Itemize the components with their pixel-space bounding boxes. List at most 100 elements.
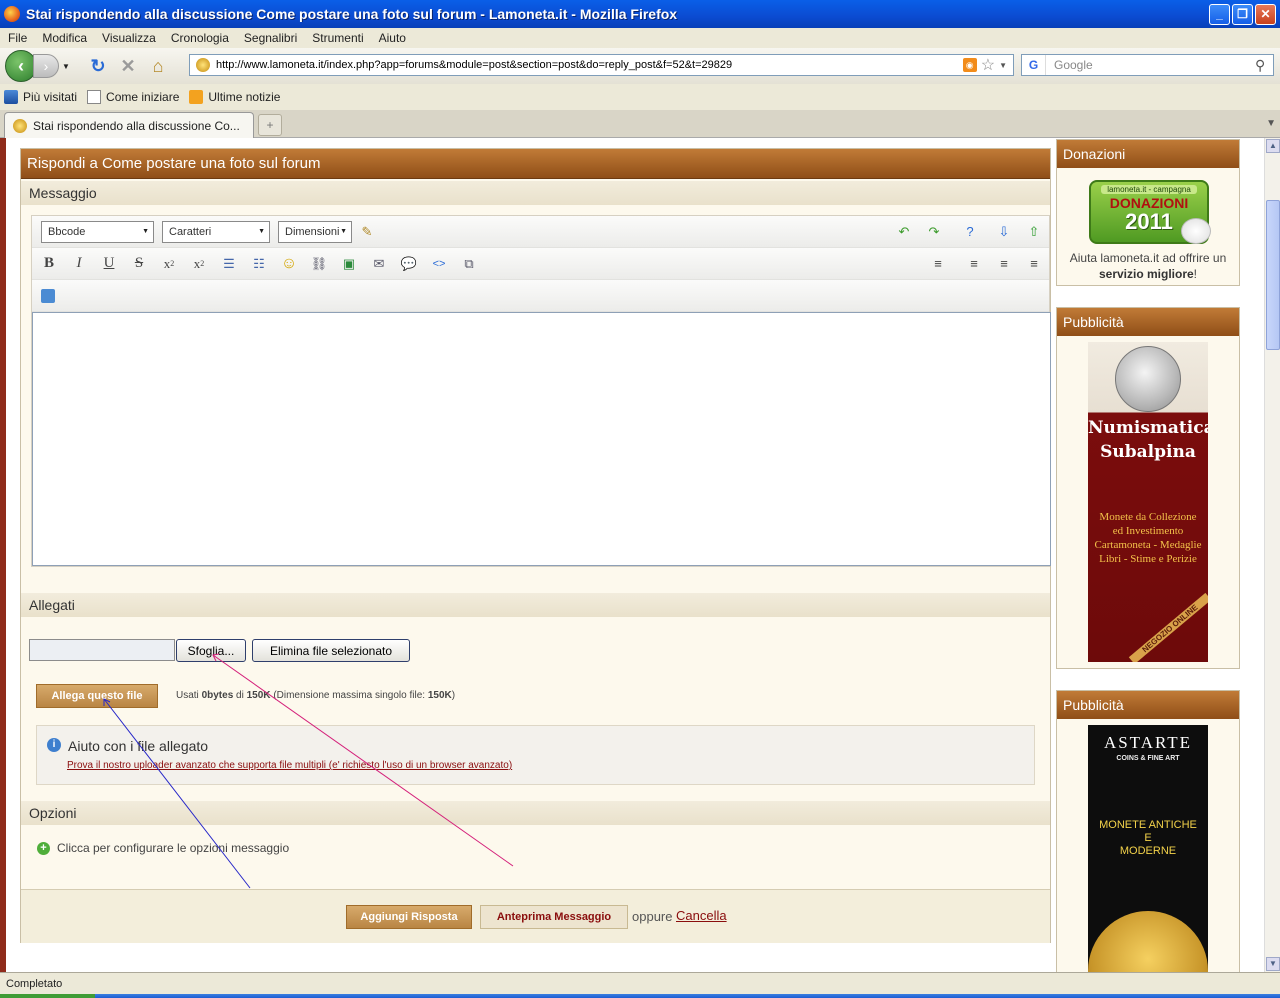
strikethrough-icon[interactable]: S xyxy=(124,250,154,278)
menu-file[interactable]: File xyxy=(8,31,27,45)
or-text: oppure xyxy=(632,909,673,924)
link-icon[interactable]: ⛓ xyxy=(304,250,334,278)
search-icon[interactable]: ⚲ xyxy=(1255,57,1273,74)
size-select[interactable]: Dimensioni xyxy=(278,220,352,243)
code-icon[interactable]: <> xyxy=(424,250,454,278)
bullet-list-icon[interactable]: ☰ xyxy=(214,250,244,278)
search-box[interactable]: G Google ⚲ xyxy=(1021,54,1274,76)
maximize-button[interactable]: ❐ xyxy=(1232,3,1253,25)
ad-2-title: Pubblicità xyxy=(1057,691,1239,719)
tab-label: Stai rispondendo alla discussione Co... xyxy=(33,118,240,133)
bold-icon[interactable]: B xyxy=(34,250,64,278)
url-text[interactable]: http://www.lamoneta.it/index.php?app=for… xyxy=(216,59,963,71)
submit-reply-button[interactable]: Aggiungi Risposta xyxy=(346,905,472,929)
indent-icon[interactable]: ≡ xyxy=(923,250,953,278)
vertical-scrollbar[interactable]: ▲ ▼ xyxy=(1264,138,1280,972)
redo-icon[interactable]: ↷ xyxy=(919,218,949,246)
italic-icon[interactable]: I xyxy=(64,250,94,278)
reload-icon[interactable]: ↻ xyxy=(87,55,109,77)
coin-image xyxy=(1115,346,1181,412)
history-dropdown-icon[interactable]: ▼ xyxy=(61,55,71,77)
menu-segnalibri[interactable]: Segnalibri xyxy=(244,31,297,45)
rss-icon xyxy=(189,90,204,104)
url-bar[interactable]: http://www.lamoneta.it/index.php?app=for… xyxy=(189,54,1014,76)
bookmarks-toolbar: Più visitati Come iniziare Ultime notizi… xyxy=(0,86,1280,108)
tab-list-icon[interactable]: ▼ xyxy=(1266,118,1276,129)
remove-format-icon[interactable]: ✎ xyxy=(352,218,382,246)
url-dropdown-icon[interactable]: ▼ xyxy=(999,61,1007,70)
email-icon[interactable]: ✉ xyxy=(364,250,394,278)
tab-current[interactable]: Stai rispondendo alla discussione Co... xyxy=(4,112,254,138)
options-toggle[interactable]: + Clicca per configurare le opzioni mess… xyxy=(37,841,289,855)
font-select[interactable]: Caratteri xyxy=(162,220,270,243)
status-bar: Completato xyxy=(0,972,1280,994)
file-path-input[interactable] xyxy=(29,639,175,661)
bbcode-select[interactable]: Bbcode xyxy=(41,220,154,243)
emoticon-icon[interactable]: ☺ xyxy=(274,250,304,278)
align-center-icon[interactable]: ≡ xyxy=(989,250,1019,278)
menu-cronologia[interactable]: Cronologia xyxy=(171,31,229,45)
subscript-icon[interactable]: x2 xyxy=(154,250,184,278)
undo-icon[interactable]: ↶ xyxy=(889,218,919,246)
menu-strumenti[interactable]: Strumenti xyxy=(312,31,363,45)
quote-icon[interactable]: 💬 xyxy=(394,250,424,278)
superscript-icon[interactable]: x2 xyxy=(184,250,214,278)
search-engine-icon[interactable]: G xyxy=(1022,55,1046,75)
minimize-button[interactable]: _ xyxy=(1209,3,1230,25)
twitter-icon[interactable] xyxy=(33,282,63,310)
cancel-link[interactable]: Cancella xyxy=(676,908,727,923)
page-icon xyxy=(87,90,102,104)
donations-badge[interactable]: lamoneta.it - campagna DONAZIONI 2011 xyxy=(1089,180,1211,244)
menu-aiuto[interactable]: Aiuto xyxy=(379,31,406,45)
editor-toolbar-1: Bbcode Caratteri Dimensioni ✎ ↶ ↷ ? ⇩ ⇧ xyxy=(32,216,1049,248)
close-button[interactable]: ✕ xyxy=(1255,3,1276,25)
page-viewport: Rispondi a Come postare una foto sul for… xyxy=(0,138,1264,972)
menu-visualizza[interactable]: Visualizza xyxy=(102,31,156,45)
ad-2-text: MONETE ANTICHE E MODERNE xyxy=(1099,819,1197,857)
preview-button[interactable]: Anteprima Messaggio xyxy=(480,905,628,929)
underline-icon[interactable]: U xyxy=(94,250,124,278)
astarte-ad-banner[interactable]: ASTARTE COINS & FINE ART MONETE ANTICHE … xyxy=(1088,725,1208,972)
donations-text: Aiuta lamoneta.it ad offrire un servizio… xyxy=(1069,251,1227,281)
align-right-icon[interactable]: ≡ xyxy=(1019,250,1049,278)
message-textarea[interactable] xyxy=(32,312,1051,566)
scroll-up-icon[interactable]: ▲ xyxy=(1266,139,1280,153)
site-favicon xyxy=(196,58,210,72)
start-button[interactable] xyxy=(0,994,95,998)
advanced-uploader-link[interactable]: Prova il nostro uploader avanzato che su… xyxy=(67,760,512,771)
page-title: Rispondi a Come postare una foto sul for… xyxy=(21,149,1050,179)
scroll-down-icon[interactable]: ▼ xyxy=(1266,957,1280,971)
bookmark-piu-visitati[interactable]: Più visitati xyxy=(4,90,77,104)
image-icon[interactable]: ▣ xyxy=(334,250,364,278)
taskbar xyxy=(0,994,1280,998)
new-tab-button[interactable]: + xyxy=(258,114,282,136)
message-editor: Bbcode Caratteri Dimensioni ✎ ↶ ↷ ? ⇩ ⇧ … xyxy=(31,215,1051,567)
load-draft-icon[interactable]: ⇩ xyxy=(989,218,1019,246)
align-left-icon[interactable]: ≡ xyxy=(959,250,989,278)
attachment-help-box: i Aiuto con i file allegato Prova il nos… xyxy=(36,725,1035,785)
stop-icon[interactable]: ✕ xyxy=(117,55,139,77)
ad-box-1: Pubblicità Numismatica Subalpina Monete … xyxy=(1056,307,1240,669)
browse-button[interactable]: Sfoglia... xyxy=(176,639,246,662)
ad-box-2: Pubblicità ASTARTE COINS & FINE ART MONE… xyxy=(1056,690,1240,972)
numismatica-ad-banner[interactable]: Numismatica Subalpina Monete da Collezio… xyxy=(1088,342,1208,662)
bookmark-come-iniziare[interactable]: Come iniziare xyxy=(87,90,179,104)
save-draft-icon[interactable]: ⇧ xyxy=(1019,218,1049,246)
bookmark-star-icon[interactable]: ☆ xyxy=(981,55,995,75)
special-tags-icon[interactable]: ⧉ xyxy=(454,250,484,278)
forward-button[interactable]: › xyxy=(33,54,59,78)
menu-modifica[interactable]: Modifica xyxy=(42,31,87,45)
donations-box: Donazioni lamoneta.it - campagna DONAZIO… xyxy=(1056,139,1240,286)
rss-feed-icon[interactable]: ◉ xyxy=(962,58,977,72)
search-input[interactable]: Google xyxy=(1046,58,1255,72)
bookmark-ultime-notizie[interactable]: Ultime notizie xyxy=(189,90,280,104)
attach-file-button[interactable]: Allega questo file xyxy=(36,684,158,708)
numbered-list-icon[interactable]: ☷ xyxy=(244,250,274,278)
help-icon[interactable]: ? xyxy=(955,218,985,246)
tab-bar: Stai rispondendo alla discussione Co... … xyxy=(0,110,1280,138)
message-section-title: Messaggio xyxy=(21,181,1050,205)
home-icon[interactable]: ⌂ xyxy=(147,55,169,77)
remove-file-button[interactable]: Elimina file selezionato xyxy=(252,639,410,662)
ad-1-text: Monete da Collezione ed Investimento Car… xyxy=(1094,511,1202,565)
scroll-thumb[interactable] xyxy=(1266,200,1280,350)
